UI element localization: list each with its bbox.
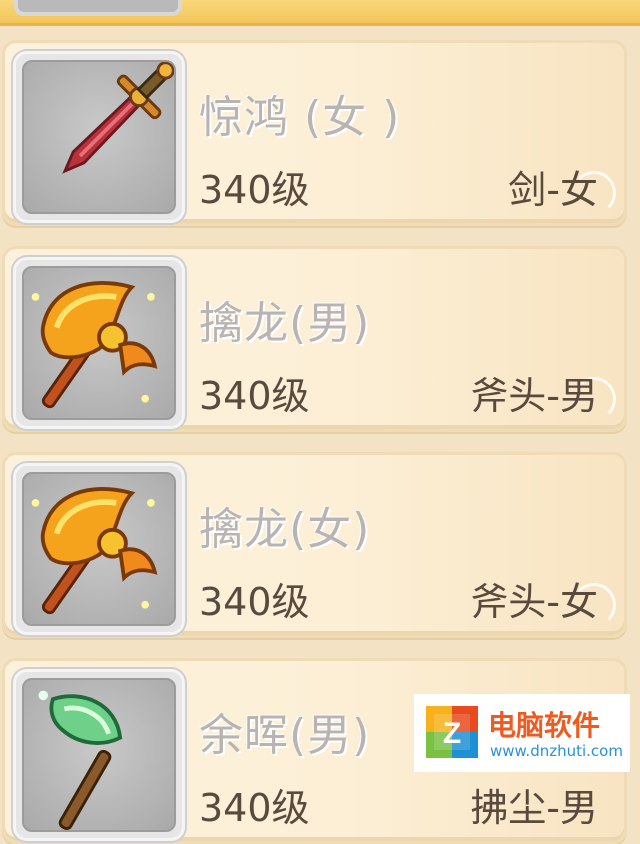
item-card[interactable]: 擒龙(男) 340级 斧头-男: [2, 246, 627, 432]
item-name: 擒龙(女): [199, 504, 371, 555]
z-logo-icon: Z: [426, 706, 478, 758]
watermark-title: 电脑软件: [488, 709, 601, 742]
item-name: 擒龙(男): [199, 298, 371, 349]
item-name: 惊鸿 (女 ): [199, 92, 401, 143]
previous-icon-frame-edge: [14, 0, 182, 16]
item-icon-frame: [13, 257, 185, 429]
item-weapon-type: 拂尘-男: [470, 786, 598, 830]
item-card[interactable]: 惊鸿 (女 ) 340级 剑-女: [2, 40, 627, 226]
item-level: 340级: [199, 168, 310, 212]
axe-icon: [31, 487, 158, 615]
watermark-url: www.dnzhuti.com: [490, 742, 623, 760]
item-weapon-type: 斧头-女: [470, 580, 598, 624]
item-name: 余晖(男): [199, 710, 371, 761]
item-card[interactable]: 擒龙(女) 340级 斧头-女: [2, 452, 627, 638]
item-icon-frame: [13, 51, 185, 223]
site-watermark: Z 电脑软件 www.dnzhuti.com: [414, 694, 630, 772]
item-icon-frame: [13, 463, 185, 635]
item-icon-frame: [13, 669, 185, 841]
item-level: 340级: [199, 374, 310, 418]
whisk-icon: [38, 690, 123, 830]
item-weapon-type: 斧头-男: [470, 374, 598, 418]
item-weapon-type: 剑-女: [508, 168, 598, 212]
axe-icon: [31, 281, 158, 409]
previous-item-card-edge: [0, 0, 640, 26]
item-level: 340级: [199, 580, 310, 624]
sword-icon: [62, 62, 174, 174]
item-level: 340级: [199, 786, 310, 830]
logo-letter: Z: [443, 717, 461, 750]
